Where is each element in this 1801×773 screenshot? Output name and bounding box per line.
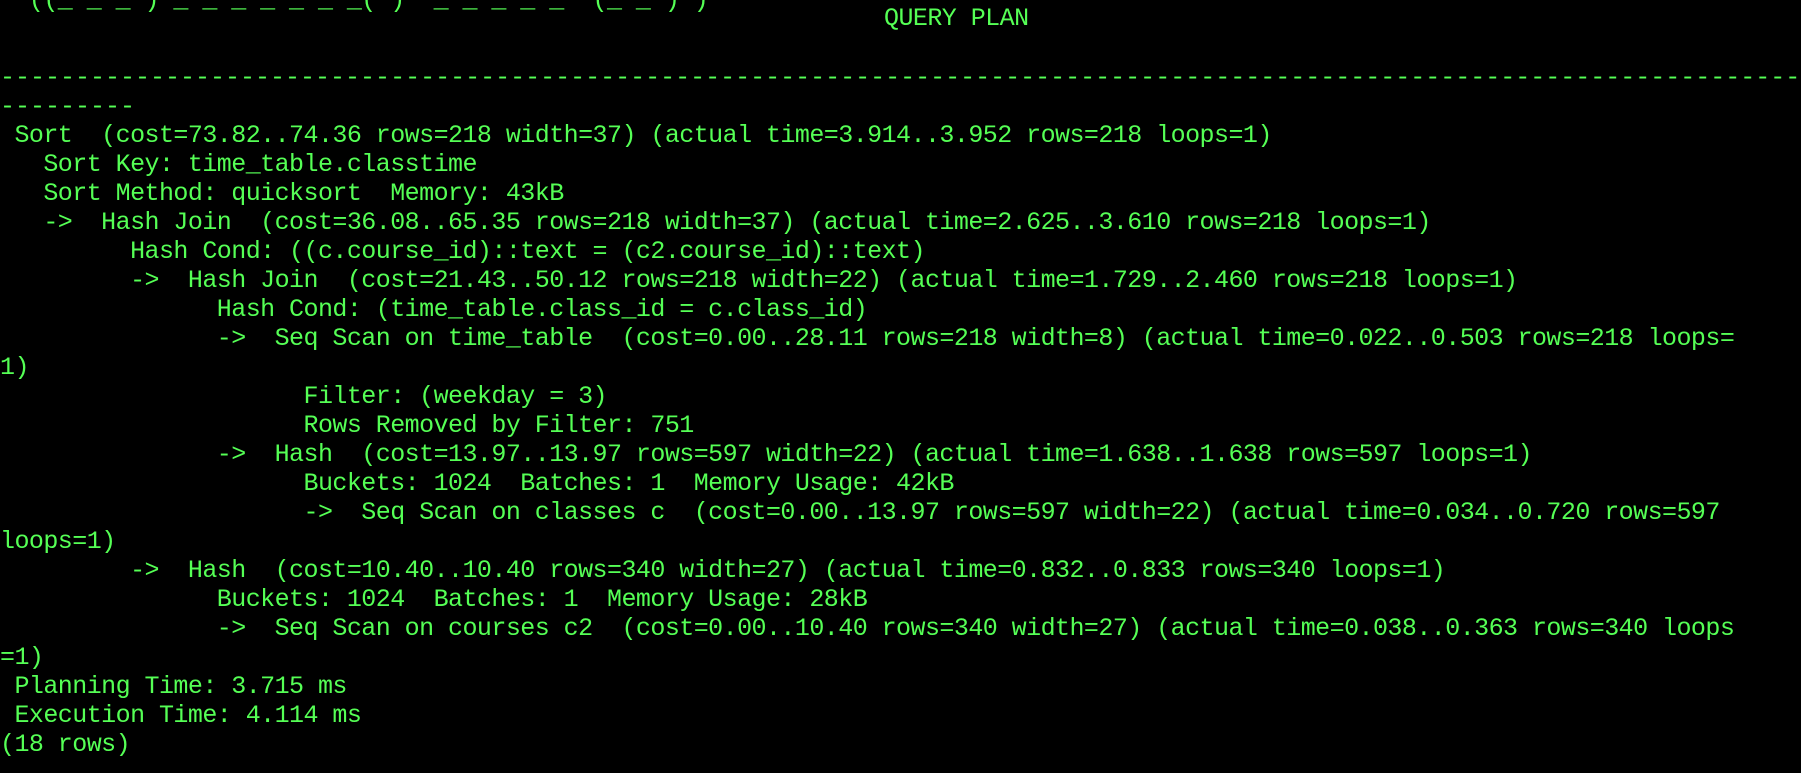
plan-line: -> Seq Scan on courses c2 (cost=0.00..10… [0, 614, 1735, 643]
header-divider: ----------------------------------------… [0, 63, 1801, 92]
partial-top-line: ((_ _ _ ) _ _ _ _ _ _ _( ) _ _ _ _ _ (_ … [0, 0, 709, 15]
plan-line: Buckets: 1024 Batches: 1 Memory Usage: 2… [0, 585, 868, 614]
execution-time: Execution Time: 4.114 ms [0, 701, 362, 730]
plan-line: -> Hash Join (cost=21.43..50.12 rows=218… [0, 266, 1518, 295]
plan-line: =1) [0, 643, 44, 672]
header-divider-tail: --------- [0, 92, 136, 121]
plan-line: Rows Removed by Filter: 751 [0, 411, 695, 440]
plan-line: Hash Cond: (time_table.class_id = c.clas… [0, 295, 868, 324]
plan-line: Sort (cost=73.82..74.36 rows=218 width=3… [0, 121, 1272, 150]
planning-time: Planning Time: 3.715 ms [0, 672, 347, 701]
plan-line: Sort Method: quicksort Memory: 43kB [0, 179, 564, 208]
row-count: (18 rows) [0, 730, 131, 759]
plan-line: -> Hash (cost=10.40..10.40 rows=340 widt… [0, 556, 1446, 585]
plan-line: loops=1) [0, 527, 116, 556]
plan-line: Buckets: 1024 Batches: 1 Memory Usage: 4… [0, 469, 955, 498]
plan-line: -> Seq Scan on classes c (cost=0.00..13.… [0, 498, 1721, 527]
plan-line: -> Seq Scan on time_table (cost=0.00..28… [0, 324, 1735, 353]
plan-line: -> Hash (cost=13.97..13.97 rows=597 widt… [0, 440, 1533, 469]
plan-line: -> Hash Join (cost=36.08..65.35 rows=218… [0, 208, 1431, 237]
plan-line: 1) [0, 353, 29, 382]
terminal-window[interactable]: ((_ _ _ ) _ _ _ _ _ _ _( ) _ _ _ _ _ (_ … [0, 0, 1801, 773]
plan-line: Hash Cond: ((c.course_id)::text = (c2.co… [0, 237, 925, 266]
plan-line: Filter: (weekday = 3) [0, 382, 608, 411]
query-plan-header: QUERY PLAN [884, 4, 1029, 33]
plan-line: Sort Key: time_table.classtime [0, 150, 477, 179]
